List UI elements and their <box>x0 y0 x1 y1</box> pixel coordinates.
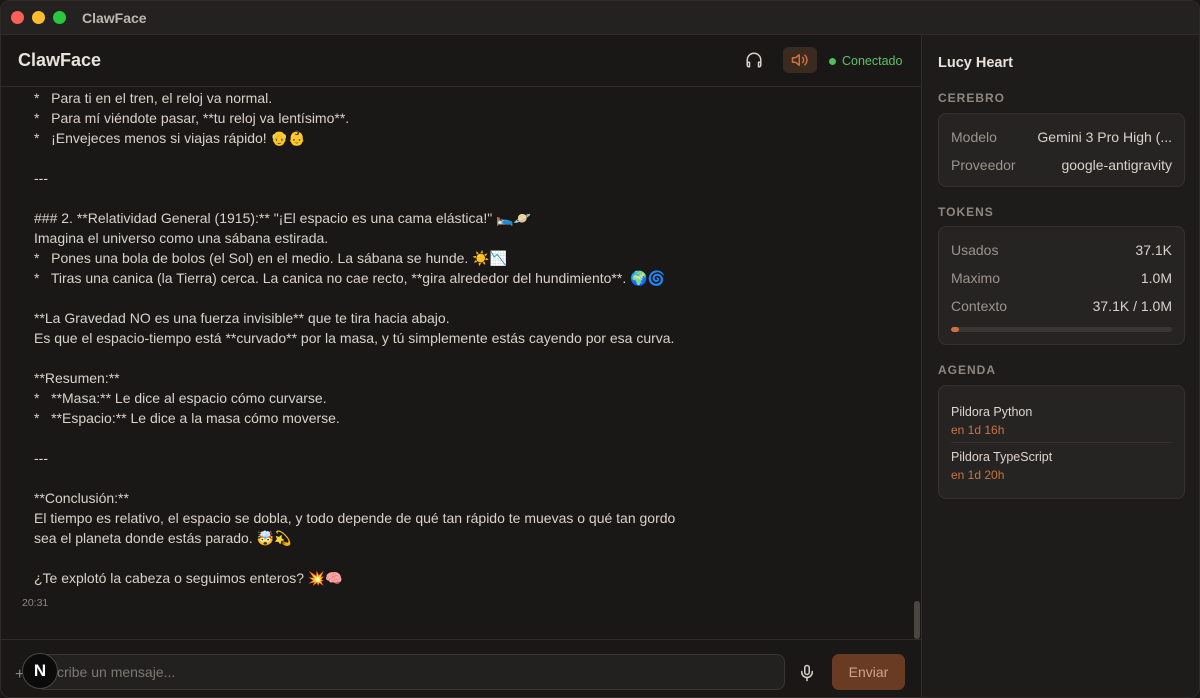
message-line: * Para ti en el tren, el reloj va normal… <box>34 90 273 106</box>
message-line: * ¡Envejeces menos si viajas rápido! 👴👶 <box>34 130 306 146</box>
model-label: Modelo <box>951 129 997 145</box>
context-progress-bar <box>951 327 1172 332</box>
status-dot-icon <box>829 57 836 65</box>
message-line: * **Espacio:** Le dice a la masa cómo mo… <box>34 410 340 426</box>
message-line: sea el planeta donde estás parado. 🤯💫 <box>34 530 292 546</box>
max-label: Maximo <box>951 270 1001 286</box>
chat-header: ClawFace Conectado <box>1 35 922 87</box>
app-title: ClawFace <box>18 50 102 70</box>
status-text: Conectado <box>842 54 903 68</box>
message-line: Es que el espacio-tiempo está **curvado*… <box>34 330 675 346</box>
n-logo-icon[interactable]: N <box>22 653 58 689</box>
message-line: * Tiras una canica (la Tierra) cerca. La… <box>34 270 665 286</box>
message-line: Imagina el universo como una sábana esti… <box>34 230 329 246</box>
message-line: * Pones una bola de bolos (el Sol) en el… <box>34 250 508 266</box>
agenda-card: Pildora Python en 1d 16h Pildora TypeScr… <box>938 385 1185 499</box>
agenda-divider <box>951 442 1172 443</box>
message-line: **Conclusión:** <box>34 490 129 506</box>
message-timestamp: 20:31 <box>22 597 49 609</box>
info-sidebar: Lucy Heart CEREBRO Modelo Gemini 3 Pro H… <box>923 35 1199 697</box>
message-line: --- <box>34 450 48 466</box>
model-value: Gemini 3 Pro High (... <box>1037 129 1172 145</box>
title-bar: ClawFace <box>1 1 1199 35</box>
zoom-window-button[interactable] <box>53 11 66 24</box>
context-row: Contexto 37.1K / 1.0M <box>951 296 1172 316</box>
cerebro-section-label: CEREBRO <box>938 91 1006 105</box>
used-value: 37.1K <box>1135 242 1172 258</box>
context-value: 37.1K / 1.0M <box>1092 298 1172 314</box>
composer: + N Enviar <box>1 639 922 697</box>
model-row: Modelo Gemini 3 Pro High (... <box>951 127 1172 147</box>
agenda-item-time: en 1d 16h <box>951 423 1005 437</box>
cerebro-card: Modelo Gemini 3 Pro High (... Proveedor … <box>938 113 1185 187</box>
window-title: ClawFace <box>82 9 147 26</box>
agent-name: Lucy Heart <box>938 55 1013 71</box>
provider-row: Proveedor google-antigravity <box>951 155 1172 175</box>
provider-value: google-antigravity <box>1061 157 1172 173</box>
agenda-item-time: en 1d 20h <box>951 468 1005 482</box>
scrollbar-thumb[interactable] <box>914 601 920 639</box>
message-line: ### 2. **Relatividad General (1915):** "… <box>34 210 531 226</box>
message-line: **La Gravedad NO es una fuerza invisible… <box>34 310 450 326</box>
message-input[interactable] <box>37 654 785 690</box>
headphones-button[interactable] <box>737 47 771 73</box>
context-progress-fill <box>951 327 960 332</box>
agenda-section-label: AGENDA <box>938 363 997 377</box>
tokens-section-label: TOKENS <box>938 205 994 219</box>
window-controls <box>11 11 66 24</box>
message-line: El tiempo es relativo, el espacio se dob… <box>34 510 676 526</box>
max-row: Maximo 1.0M <box>951 268 1172 288</box>
message-line: --- <box>34 170 48 186</box>
tokens-card: Usados 37.1K Maximo 1.0M Contexto 37.1K … <box>938 226 1185 345</box>
message-list[interactable]: * Para ti en el tren, el reloj va normal… <box>1 88 922 639</box>
speaker-icon <box>791 54 808 66</box>
headphones-icon <box>746 52 762 68</box>
context-label: Contexto <box>951 298 1008 314</box>
microphone-button[interactable] <box>796 662 818 684</box>
connection-status: Conectado <box>829 54 902 68</box>
chat-panel: ClawFace Conectado * Para ti en el tren,… <box>1 35 922 697</box>
used-label: Usados <box>951 242 999 258</box>
agenda-item[interactable]: Pildora Python en 1d 16h <box>951 405 1172 437</box>
used-row: Usados 37.1K <box>951 240 1172 260</box>
provider-label: Proveedor <box>951 157 1016 173</box>
close-window-button[interactable] <box>11 11 24 24</box>
speaker-button[interactable] <box>783 47 817 73</box>
max-value: 1.0M <box>1140 270 1172 286</box>
message-line: * Para mí viéndote pasar, **tu reloj va … <box>34 110 350 126</box>
minimize-window-button[interactable] <box>32 11 45 24</box>
message-line: **Resumen:** <box>34 370 120 386</box>
agenda-item[interactable]: Pildora TypeScript en 1d 20h <box>951 450 1172 482</box>
agenda-item-title: Pildora TypeScript <box>951 450 1053 464</box>
microphone-icon <box>801 664 813 682</box>
message-line: * **Masa:** Le dice al espacio cómo curv… <box>34 390 327 406</box>
app-window: ClawFace ClawFace Conectado * Para ti en… <box>0 0 1200 698</box>
agenda-item-title: Pildora Python <box>951 405 1033 419</box>
message-line: ¿Te explotó la cabeza o seguimos enteros… <box>34 570 343 586</box>
send-button[interactable]: Enviar <box>832 654 905 690</box>
